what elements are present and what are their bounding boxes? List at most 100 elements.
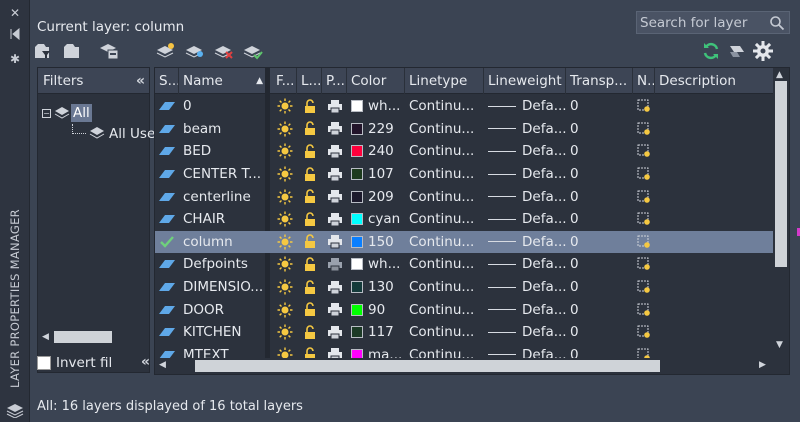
plot-printer-icon[interactable] bbox=[322, 298, 347, 321]
layer-linetype[interactable]: Continu... bbox=[405, 208, 484, 231]
layer-transparency[interactable]: 0 bbox=[566, 321, 633, 344]
layer-status-icon[interactable] bbox=[155, 140, 179, 163]
unlock-icon[interactable] bbox=[297, 95, 322, 118]
col-plot[interactable]: P... bbox=[322, 68, 347, 94]
layer-name[interactable]: beam bbox=[179, 118, 267, 141]
current-layer-check-icon[interactable] bbox=[155, 231, 179, 254]
freeze-sun-icon[interactable] bbox=[272, 321, 297, 344]
layer-linetype[interactable]: Continu... bbox=[405, 95, 484, 118]
layer-description[interactable] bbox=[655, 185, 775, 208]
layer-color[interactable]: wh... bbox=[347, 95, 405, 118]
layer-linetype[interactable]: Continu... bbox=[405, 321, 484, 344]
col-linetype[interactable]: Linetype bbox=[405, 68, 484, 94]
refresh-icon[interactable] bbox=[700, 40, 722, 62]
freeze-sun-icon[interactable] bbox=[272, 231, 297, 254]
filter-tree-all[interactable]: − All bbox=[42, 104, 92, 122]
col-lock[interactable]: L... bbox=[297, 68, 322, 94]
new-vp-freeze-icon[interactable] bbox=[633, 276, 655, 299]
col-lineweight[interactable]: Lineweight bbox=[484, 68, 566, 94]
freeze-sun-icon[interactable] bbox=[272, 208, 297, 231]
invert-filter-checkbox[interactable] bbox=[37, 356, 51, 370]
new-vp-freeze-icon[interactable] bbox=[633, 118, 655, 141]
col-name[interactable]: Name ▲ bbox=[179, 68, 267, 94]
plot-printer-icon[interactable] bbox=[322, 140, 347, 163]
col-description[interactable]: Description bbox=[655, 68, 775, 94]
delete-layer-button[interactable] bbox=[213, 40, 235, 62]
layer-lineweight[interactable]: Defa... bbox=[484, 208, 566, 231]
layer-linetype[interactable]: Continu... bbox=[405, 276, 484, 299]
set-current-button[interactable] bbox=[242, 40, 264, 62]
filters-horizontal-scrollbar[interactable]: ◀ bbox=[40, 330, 147, 344]
layer-linetype[interactable]: Continu... bbox=[405, 140, 484, 163]
layer-row[interactable]: KITCHEN 117 Continu... Defa... 0 bbox=[155, 321, 775, 344]
col-transparency[interactable]: Transp... bbox=[566, 68, 633, 94]
layer-lineweight[interactable]: Defa... bbox=[484, 95, 566, 118]
layer-description[interactable] bbox=[655, 231, 775, 254]
layer-status-icon[interactable] bbox=[155, 208, 179, 231]
layer-row[interactable]: 0 wh... Continu... Defa... 0 bbox=[155, 95, 775, 118]
layer-lineweight[interactable]: Defa... bbox=[484, 231, 566, 254]
unlock-icon[interactable] bbox=[297, 208, 322, 231]
freeze-sun-icon[interactable] bbox=[272, 185, 297, 208]
new-property-filter-button[interactable] bbox=[32, 40, 54, 62]
unlock-icon[interactable] bbox=[297, 253, 322, 276]
layer-name[interactable]: DOOR bbox=[179, 298, 267, 321]
layer-status-icon[interactable] bbox=[155, 185, 179, 208]
new-vp-freeze-icon[interactable] bbox=[633, 163, 655, 186]
layer-description[interactable] bbox=[655, 140, 775, 163]
layer-row[interactable]: DOOR 90 Continu... Defa... 0 bbox=[155, 298, 775, 321]
plot-printer-icon[interactable] bbox=[322, 118, 347, 141]
layer-name[interactable]: centerline bbox=[179, 185, 267, 208]
unlock-icon[interactable] bbox=[297, 298, 322, 321]
plot-printer-icon[interactable] bbox=[322, 208, 347, 231]
layer-color[interactable]: 150 bbox=[347, 231, 405, 254]
freeze-sun-icon[interactable] bbox=[272, 298, 297, 321]
layer-name[interactable]: CHAIR bbox=[179, 208, 267, 231]
scroll-thumb[interactable] bbox=[54, 331, 112, 343]
layer-color[interactable]: cyan bbox=[347, 208, 405, 231]
layer-transparency[interactable]: 0 bbox=[566, 185, 633, 208]
unlock-icon[interactable] bbox=[297, 118, 322, 141]
freeze-sun-icon[interactable] bbox=[272, 95, 297, 118]
new-layer-vp-frozen-button[interactable] bbox=[184, 40, 206, 62]
layer-linetype[interactable]: Continu... bbox=[405, 118, 484, 141]
layer-status-icon[interactable] bbox=[155, 321, 179, 344]
layer-description[interactable] bbox=[655, 253, 775, 276]
new-vp-freeze-icon[interactable] bbox=[633, 95, 655, 118]
layer-color[interactable]: 209 bbox=[347, 185, 405, 208]
layer-row[interactable]: beam 229 Continu... Defa... 0 bbox=[155, 118, 775, 141]
layer-name[interactable]: DIMENSIO... bbox=[179, 276, 267, 299]
unlock-icon[interactable] bbox=[297, 163, 322, 186]
plot-printer-icon[interactable] bbox=[322, 276, 347, 299]
layer-transparency[interactable]: 0 bbox=[566, 95, 633, 118]
layer-lineweight[interactable]: Defa... bbox=[484, 321, 566, 344]
layer-color[interactable]: 117 bbox=[347, 321, 405, 344]
layer-lineweight[interactable]: Defa... bbox=[484, 118, 566, 141]
layer-row[interactable]: column 150 Continu... Defa... 0 bbox=[155, 230, 775, 254]
layer-transparency[interactable]: 0 bbox=[566, 118, 633, 141]
new-vp-freeze-icon[interactable] bbox=[633, 140, 655, 163]
grid-vertical-scrollbar[interactable]: ▲ ▼ bbox=[773, 68, 789, 374]
filter-tree-all-used[interactable]: All Use bbox=[72, 124, 155, 143]
layer-translate-icon[interactable] bbox=[726, 40, 748, 62]
new-vp-freeze-icon[interactable] bbox=[633, 321, 655, 344]
layer-name[interactable]: column bbox=[179, 231, 267, 254]
grid-horizontal-scrollbar[interactable]: ◀ ▶ bbox=[155, 358, 775, 374]
layer-lineweight[interactable]: Defa... bbox=[484, 298, 566, 321]
col-new-vp-freeze[interactable]: N... bbox=[633, 68, 655, 94]
layer-transparency[interactable]: 0 bbox=[566, 163, 633, 186]
layer-status-icon[interactable] bbox=[155, 276, 179, 299]
layer-name[interactable]: KITCHEN bbox=[179, 321, 267, 344]
layer-name[interactable]: BED bbox=[179, 140, 267, 163]
unlock-icon[interactable] bbox=[297, 140, 322, 163]
layer-transparency[interactable]: 0 bbox=[566, 208, 633, 231]
layer-color[interactable]: 240 bbox=[347, 140, 405, 163]
new-group-filter-button[interactable] bbox=[61, 40, 83, 62]
layer-status-icon[interactable] bbox=[155, 163, 179, 186]
layer-row[interactable]: CHAIR cyan Continu... Defa... 0 bbox=[155, 208, 775, 231]
layer-states-manager-button[interactable] bbox=[98, 40, 120, 62]
layer-linetype[interactable]: Continu... bbox=[405, 231, 484, 254]
layer-name[interactable]: CENTER T... bbox=[179, 163, 267, 186]
collapse-tree-icon[interactable]: « bbox=[141, 354, 150, 370]
autohide-icon[interactable] bbox=[7, 27, 23, 42]
